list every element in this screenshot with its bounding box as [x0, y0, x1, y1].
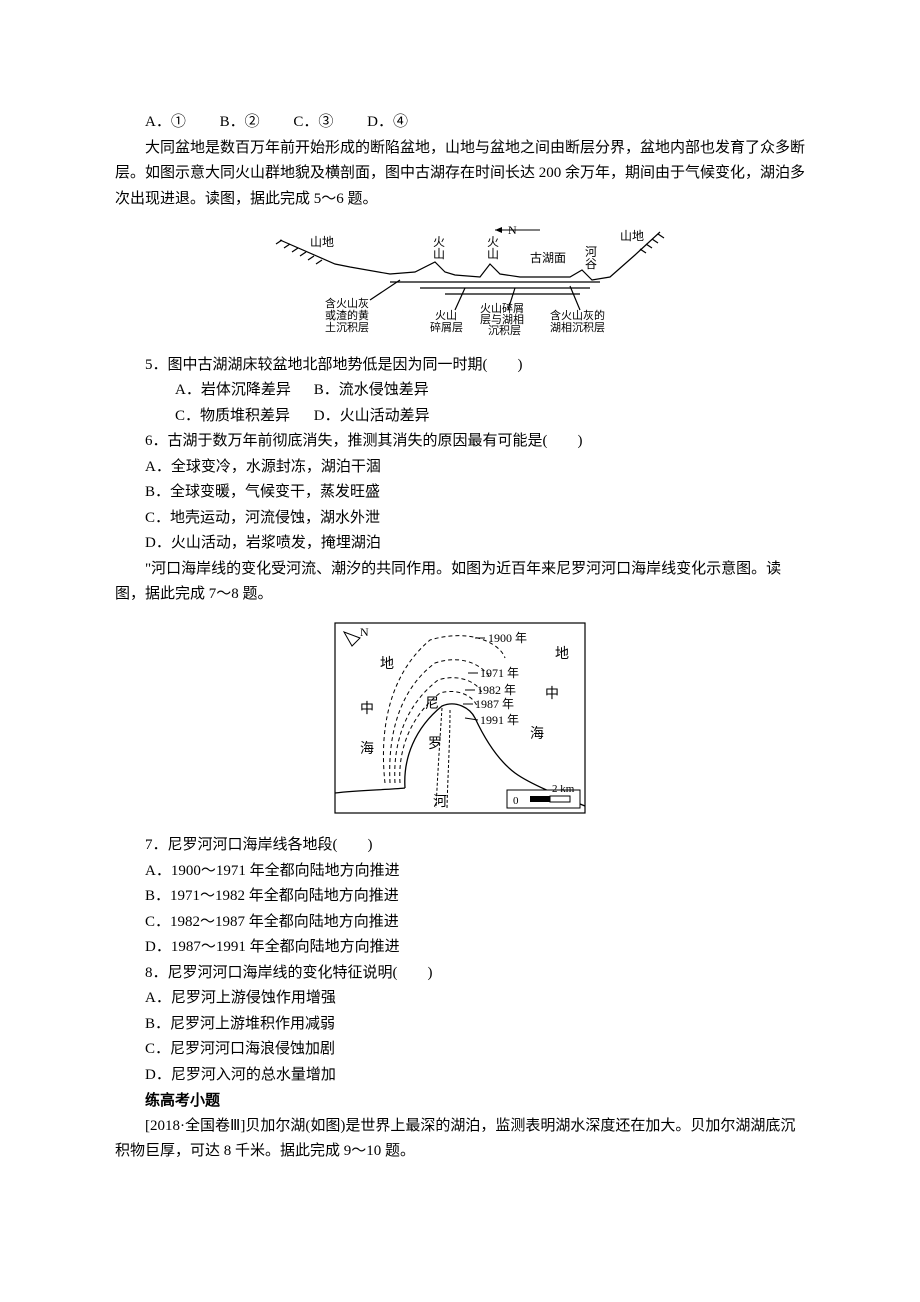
- fig2-y1900: 1900 年: [488, 631, 527, 645]
- q7-option-b: B．1971～1982 年全都向陆地方向推进: [115, 884, 805, 910]
- passage-2: "河口海岸线的变化受河流、潮汐的共同作用。如图为近百年来尼罗河河口海岸线变化示意…: [115, 557, 805, 608]
- q5-option-d: D．火山活动差异: [314, 408, 430, 424]
- q6-stem: 6．古湖于数万年前彻底消失，推测其消失的原因最有可能是( ): [115, 429, 805, 455]
- debris-label-2: 碎屑层: [430, 320, 463, 334]
- passage-3: [2018·全国卷Ⅲ]贝加尔湖(如图)是世界上最深的湖泊，监测表明湖水深度还在加…: [115, 1114, 805, 1165]
- gaokao-heading: 练高考小题: [115, 1088, 805, 1114]
- volcano-label-2b: 山: [487, 247, 499, 261]
- loess-label-3: 土沉积层: [325, 321, 369, 334]
- q5-option-a: A．岩体沉降差异: [145, 378, 310, 404]
- q8-option-c: C．尼罗河河口海浪侵蚀加剧: [115, 1037, 805, 1063]
- valley-label-2: 谷: [585, 257, 597, 271]
- fig2-med-l3: 海: [360, 741, 374, 757]
- option-d: D．④: [367, 114, 408, 130]
- mountain-right-label: 山地: [620, 229, 644, 243]
- option-b: B．②: [220, 114, 260, 130]
- fig2-nile-3: 河: [433, 794, 447, 810]
- fig2-med-r2: 中: [545, 686, 559, 702]
- q5-row2: C．物质堆积差异 D．火山活动差异: [115, 404, 805, 430]
- fig2-y1971: 1971 年: [480, 666, 519, 680]
- fig2-y1987: 1987 年: [475, 697, 514, 711]
- lake-sed-1: 含火山灰的: [550, 308, 605, 322]
- mountain-left-label: 山地: [310, 235, 334, 249]
- loess-label-2: 或渣的黄: [325, 308, 369, 322]
- lakeface-label: 古湖面: [530, 250, 566, 265]
- fig2-y1982: 1982 年: [477, 683, 516, 697]
- figure-1: N 山地 山地 火 山 火 山 古湖面 河 谷 含火山灰 或渣的黄 土沉积: [115, 222, 805, 347]
- q7-option-c: C．1982～1987 年全都向陆地方向推进: [115, 910, 805, 936]
- volcano-label-1b: 山: [433, 247, 445, 261]
- q5-row1: A．岩体沉降差异 B．流水侵蚀差异: [115, 378, 805, 404]
- q8-option-a: A．尼罗河上游侵蚀作用增强: [115, 986, 805, 1012]
- fig2-med-r1: 地: [555, 646, 569, 662]
- q5-option-c: C．物质堆积差异: [145, 404, 310, 430]
- q5-stem: 5．图中古湖湖床较盆地北部地势低是因为同一时期( ): [115, 353, 805, 379]
- q8-option-b: B．尼罗河上游堆积作用减弱: [115, 1012, 805, 1038]
- fig2-north: N: [360, 625, 369, 639]
- q7-option-a: A．1900～1971 年全都向陆地方向推进: [115, 859, 805, 885]
- q6-option-b: B．全球变暖，气候变干，蒸发旺盛: [115, 480, 805, 506]
- prev-question-options: A．① B．② C．③ D．④: [115, 110, 805, 136]
- debris-lake-3: 沉积层: [488, 324, 521, 337]
- q8-option-d: D．尼罗河入河的总水量增加: [115, 1063, 805, 1089]
- q7-stem: 7．尼罗河河口海岸线各地段( ): [115, 833, 805, 859]
- option-a: A．①: [145, 114, 186, 130]
- lake-sed-2: 湖相沉积层: [550, 321, 605, 334]
- passage-1: 大同盆地是数百万年前开始形成的断陷盆地，山地与盆地之间由断层分界，盆地内部也发育…: [115, 136, 805, 213]
- debris-label-1: 火山: [435, 309, 457, 322]
- debris-lake-1: 火山碎屑: [480, 301, 524, 315]
- loess-label-1: 含火山灰: [325, 296, 369, 310]
- fig2-med-l2: 中: [360, 701, 374, 717]
- fig2-med-l1: 地: [380, 656, 394, 672]
- fig2-y1991: 1991 年: [480, 713, 519, 727]
- q6-option-d: D．火山活动，岩浆喷发，掩埋湖泊: [115, 531, 805, 557]
- figure-2: N 地 中 海 地 中 海 尼 罗 河 1900 年 1971 年 1982 年: [115, 618, 805, 828]
- q5-option-b: B．流水侵蚀差异: [314, 382, 429, 398]
- q6-option-c: C．地壳运动，河流侵蚀，湖水外泄: [115, 506, 805, 532]
- fig2-scale2: 2 km: [552, 783, 575, 795]
- fig2-scale0: 0: [513, 795, 519, 807]
- q6-option-a: A．全球变冷，水源封冻，湖泊干涸: [115, 455, 805, 481]
- q8-stem: 8．尼罗河河口海岸线的变化特征说明( ): [115, 961, 805, 987]
- option-c: C．③: [293, 114, 333, 130]
- fig2-med-r3: 海: [530, 726, 544, 742]
- q7-option-d: D．1987～1991 年全都向陆地方向推进: [115, 935, 805, 961]
